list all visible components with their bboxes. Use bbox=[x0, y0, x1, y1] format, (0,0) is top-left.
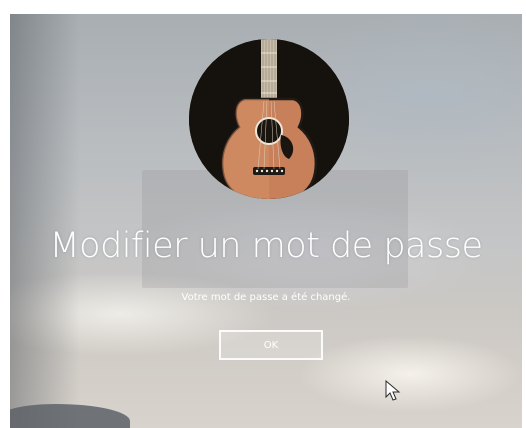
page-title: Modifier un mot de passe bbox=[49, 226, 483, 266]
screen-edge-shadow bbox=[10, 14, 80, 428]
lock-screen-background: Modifier un mot de passe Votre mot de pa… bbox=[10, 14, 522, 428]
ok-button[interactable]: OK bbox=[219, 330, 323, 360]
mouse-pointer-icon bbox=[385, 380, 401, 401]
background-hills bbox=[10, 404, 130, 428]
status-message: Votre mot de passe a été changé. bbox=[181, 292, 351, 303]
photo-frame: Modifier un mot de passe Votre mot de pa… bbox=[0, 0, 526, 428]
user-avatar bbox=[189, 39, 349, 199]
guitar-avatar-icon bbox=[189, 39, 349, 199]
